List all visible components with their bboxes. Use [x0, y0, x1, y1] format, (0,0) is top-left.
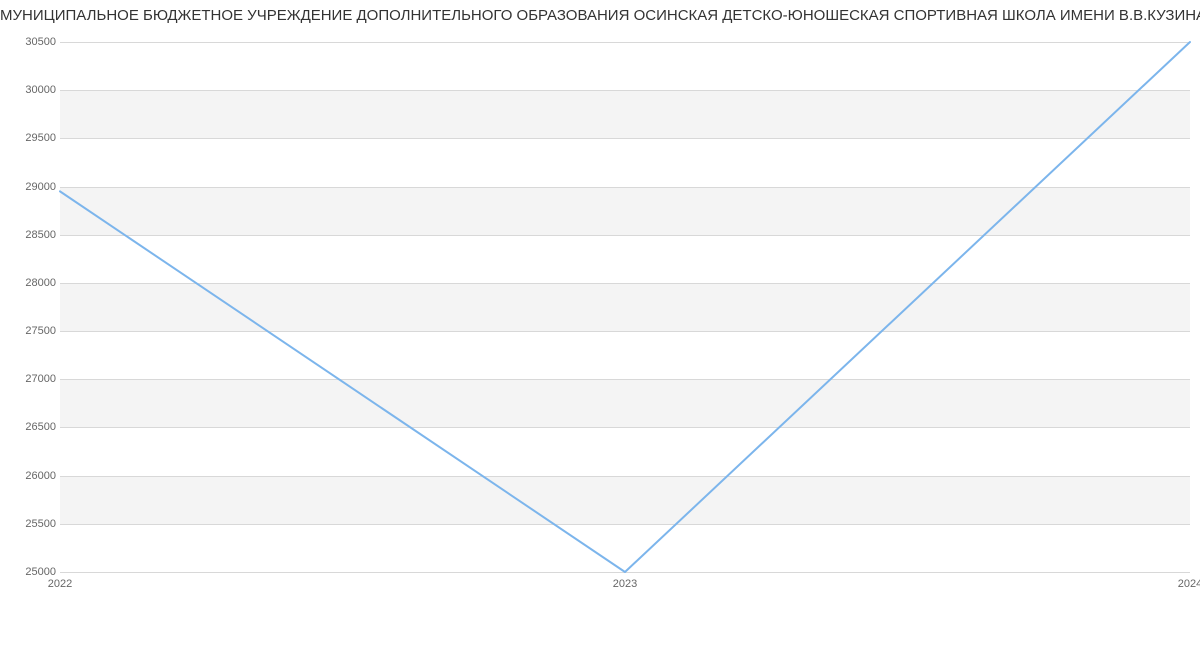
- y-tick-label: 25500: [6, 518, 56, 530]
- x-tick-label: 2024: [1178, 578, 1200, 590]
- y-tick-label: 29500: [6, 132, 56, 144]
- y-tick-label: 30500: [6, 36, 56, 48]
- x-tick-label: 2022: [48, 578, 72, 590]
- chart-wrap: 25000 25500 26000 26500 27000 27500 28000 28500…: [0, 30, 1200, 605]
- plot-area[interactable]: [60, 42, 1190, 573]
- chart-title: МУНИЦИПАЛЬНОЕ БЮДЖЕТНОЕ УЧРЕЖДЕНИЕ ДОПОЛ…: [0, 0, 1200, 28]
- y-tick-label: 29000: [6, 181, 56, 193]
- y-tick-label: 26000: [6, 470, 56, 482]
- y-tick-label: 28500: [6, 229, 56, 241]
- series-line: [60, 42, 1190, 572]
- y-tick-label: 27500: [6, 325, 56, 337]
- y-tick-label: 26500: [6, 421, 56, 433]
- y-tick-label: 25000: [6, 566, 56, 578]
- y-tick-label: 27000: [6, 373, 56, 385]
- chart-svg: [60, 42, 1190, 572]
- y-tick-label: 28000: [6, 277, 56, 289]
- x-tick-label: 2023: [613, 578, 637, 590]
- y-tick-label: 30000: [6, 84, 56, 96]
